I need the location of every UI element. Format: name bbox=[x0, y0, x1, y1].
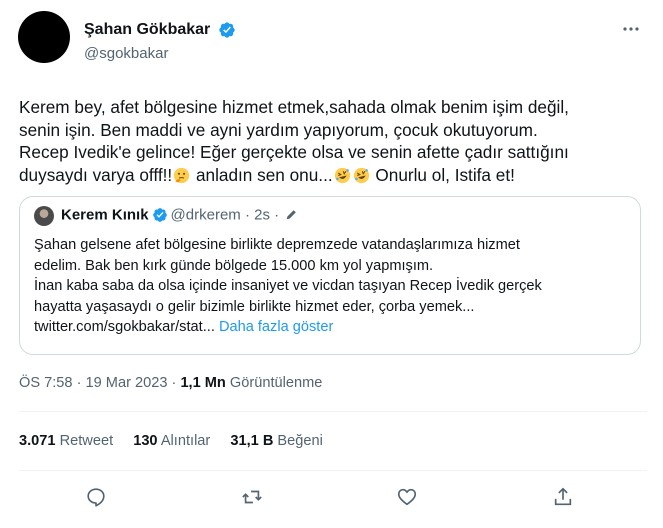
quoted-tweet-line: Şahan gelsene afet bölgesine birlikte de… bbox=[34, 237, 520, 253]
author-name[interactable]: Şahan Gökbakar bbox=[84, 21, 210, 39]
quotes-stat[interactable]: 130 Alıntılar bbox=[133, 433, 210, 449]
tweet-text-fragment: anladın sen onu... bbox=[191, 164, 333, 185]
quoted-tweet-link-line: twitter.com/sgokbakar/stat... Daha fazla… bbox=[34, 317, 634, 338]
quoted-tweet-line: İnan kaba saba da olsa içinde insaniyet … bbox=[34, 278, 542, 294]
quoted-tweet-link[interactable]: twitter.com/sgokbakar/stat... bbox=[34, 319, 215, 335]
retweets-label: Retweet bbox=[59, 433, 114, 449]
quoted-author-avatar bbox=[34, 206, 54, 226]
tweet-time[interactable]: ÖS 7:58 · 19 Mar 2023 · bbox=[19, 375, 180, 391]
divider bbox=[19, 470, 647, 471]
quoted-author-handle: @drkerem bbox=[170, 206, 241, 224]
likes-count: 31,1 B bbox=[230, 433, 274, 449]
rolling-on-floor-laughing-icon bbox=[353, 167, 369, 183]
author-handle[interactable]: @sgokbakar bbox=[84, 45, 168, 62]
quoted-tweet-header: Kerem Kınık @drkerem · 2s · bbox=[61, 206, 298, 224]
reply-icon[interactable] bbox=[85, 486, 107, 508]
edited-pencil-icon bbox=[286, 210, 296, 220]
quotes-count: 130 bbox=[133, 433, 158, 449]
author-avatar[interactable] bbox=[18, 11, 70, 63]
author-name-row[interactable]: Şahan Gökbakar bbox=[84, 21, 236, 39]
retweets-count: 3.071 bbox=[19, 433, 56, 449]
more-options-icon[interactable] bbox=[622, 24, 640, 34]
show-more-link[interactable]: Daha fazla göster bbox=[219, 319, 333, 335]
rolling-on-floor-laughing-icon bbox=[334, 167, 350, 183]
quoted-tweet-line: hayatta yaşasaydı o gelir bizimle birlik… bbox=[34, 298, 475, 315]
engagement-stats: 3.071 Retweet 130 Alıntılar 31,1 B Beğen… bbox=[19, 433, 339, 449]
tweet-line: senin işin. Ben maddi ve ayni yardım yap… bbox=[19, 119, 538, 140]
views-count: 1,1 Mn bbox=[180, 375, 226, 391]
quoted-tweet-time: · 2s · bbox=[244, 206, 280, 224]
share-icon[interactable] bbox=[552, 486, 574, 508]
tweet-actions bbox=[0, 486, 663, 510]
likes-label: Beğeni bbox=[277, 433, 323, 449]
thinking-face-icon bbox=[174, 167, 190, 183]
likes-stat[interactable]: 31,1 B Beğeni bbox=[230, 433, 323, 449]
tweet-line: Recep Ivedik'e gelince! Eğer gerçekte ol… bbox=[19, 142, 569, 162]
quoted-tweet[interactable]: Kerem Kınık @drkerem · 2s · Şahan gelsen… bbox=[19, 196, 641, 355]
views-label: Görüntülenme bbox=[225, 375, 323, 391]
tweet-text: Kerem bey, afet bölgesine hizmet etmek,s… bbox=[19, 96, 647, 186]
quoted-tweet-text: Şahan gelsene afet bölgesine birlikte de… bbox=[34, 235, 634, 338]
quotes-label: Alıntılar bbox=[160, 433, 211, 449]
tweet-text-fragment: Onurlu ol, Istifa et! bbox=[370, 164, 515, 185]
tweet-timestamp: ÖS 7:58 · 19 Mar 2023 · 1,1 Mn Görüntüle… bbox=[19, 375, 322, 391]
tweet-line-last: duysaydı varya offf!! anladın sen onu...… bbox=[19, 164, 647, 187]
quoted-author-name: Kerem Kınık bbox=[61, 206, 149, 224]
retweets-stat[interactable]: 3.071 Retweet bbox=[19, 433, 113, 449]
verified-badge-icon bbox=[152, 208, 167, 222]
tweet-text-fragment: duysaydı varya offf!! bbox=[19, 164, 173, 185]
verified-badge-icon bbox=[219, 22, 235, 38]
like-icon[interactable] bbox=[396, 486, 418, 508]
divider bbox=[19, 411, 647, 412]
quoted-tweet-line: edelim. Bak ben kırk günde bölgede 15.00… bbox=[34, 257, 434, 274]
tweet-line: Kerem bey, afet bölgesine hizmet etmek,s… bbox=[19, 97, 569, 117]
retweet-icon[interactable] bbox=[241, 486, 263, 508]
